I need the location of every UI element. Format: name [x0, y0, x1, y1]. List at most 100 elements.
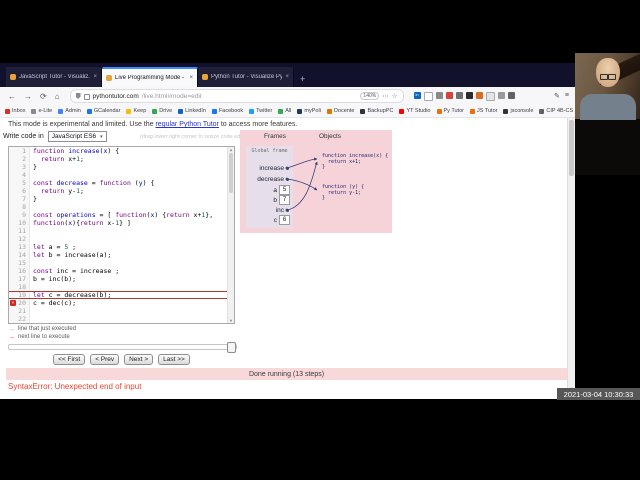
pocket-extension-icon[interactable] — [445, 91, 453, 99]
code-line[interactable]: 1 function increase(x) { — [9, 147, 234, 155]
code-line[interactable]: 11 — [9, 227, 234, 235]
gear-extension-icon[interactable] — [455, 91, 463, 99]
step-button[interactable]: Last >> — [158, 354, 190, 365]
browser-tab[interactable]: Live Programming Mode - Pyt...× — [102, 67, 198, 87]
code-line[interactable]: 22 — [9, 315, 234, 323]
bookmark-item[interactable]: LinkedIn — [178, 108, 206, 114]
edit-toolbar-icon[interactable]: ✎ — [554, 92, 560, 100]
code-line[interactable]: 14 let b = increase(a); — [9, 251, 234, 259]
bookmark-item[interactable]: jsconsole — [503, 108, 533, 114]
back-icon[interactable]: ← — [8, 92, 16, 101]
bookmark-label: Facebook — [218, 108, 244, 114]
legend-label: line that just executed — [18, 326, 77, 332]
circle-extension-icon[interactable] — [435, 91, 443, 99]
page-content: This mode is experimental and limited. U… — [0, 118, 575, 392]
line-number: 11 — [9, 227, 30, 235]
bookmark-item[interactable]: Facebook — [211, 108, 244, 114]
bookmark-item[interactable]: All — [278, 108, 291, 114]
code-line[interactable]: 4 — [9, 171, 234, 179]
step-button[interactable]: Next > — [124, 354, 154, 365]
editor-scroll-thumb[interactable] — [229, 153, 233, 193]
bookmark-item[interactable]: YT Studio — [399, 108, 431, 114]
code-line[interactable]: 18 — [9, 283, 234, 291]
code-lines[interactable]: 1 function increase(x) {2 return x+1; 3} 4 5… — [9, 147, 234, 323]
code-line[interactable]: 15 — [9, 259, 234, 267]
orange-extension-icon[interactable] — [475, 91, 483, 99]
code-line[interactable]: 7} — [9, 195, 234, 203]
code-line[interactable]: 20 c = dec(c); — [9, 299, 234, 307]
zoom-level-badge[interactable]: 140% — [360, 92, 380, 100]
bookmark-item[interactable]: CIP 4B-CS — [539, 108, 573, 114]
code-line[interactable]: 19 let c = decrease(b); — [9, 291, 234, 299]
dark-extension-icon[interactable] — [465, 91, 473, 99]
code-line[interactable]: 3} — [9, 163, 234, 171]
reload-icon[interactable]: ⟳ — [40, 92, 47, 101]
line-number: 10 — [9, 219, 30, 227]
light-extension-icon[interactable] — [485, 91, 495, 101]
browser-tab[interactable]: Python Tutor - Visualize Pyth...× — [198, 67, 294, 87]
hamburger-menu-icon[interactable]: ≡ — [565, 92, 569, 100]
scroll-down-icon[interactable]: ▼ — [228, 318, 234, 323]
grid-extension-icon[interactable] — [497, 91, 505, 99]
code-token: a = — [44, 243, 65, 251]
scroll-up-icon[interactable]: ▲ — [228, 147, 234, 152]
step-button[interactable]: < Prev — [90, 354, 120, 365]
bookmark-item[interactable]: GCalendar — [86, 108, 120, 114]
bookmark-item[interactable]: BackupPC — [360, 108, 393, 114]
bookmark-item[interactable]: Admin — [58, 108, 81, 114]
step-slider[interactable] — [8, 342, 237, 353]
error-marker-icon: × — [10, 300, 16, 306]
editor-scrollbar[interactable]: ▲ ▼ — [227, 147, 234, 323]
code-line[interactable]: 6 return y-1; — [9, 187, 234, 195]
code-line[interactable]: 8 — [9, 203, 234, 211]
code-token: c = dec(c); — [33, 299, 77, 307]
code-line[interactable]: 2 return x+1; — [9, 155, 234, 163]
bookmark-item[interactable]: JS Tutor — [469, 108, 497, 114]
code-editor[interactable]: 1 function increase(x) {2 return x+1; 3} 4 5… — [8, 146, 235, 324]
home-icon[interactable]: ⌂ — [55, 92, 60, 101]
code-line[interactable]: 16 const inc = increase ; — [9, 267, 234, 275]
page-scrollbar[interactable]: ▼ — [567, 118, 575, 392]
code-token: c = decrease(b); — [44, 291, 112, 299]
tab-close-icon[interactable]: × — [93, 74, 97, 80]
bookmark-item[interactable]: Docente — [326, 108, 354, 114]
frame-variable-row: a5 — [246, 185, 293, 195]
code-line[interactable]: 9 const operations = [ function(x) {retur… — [9, 211, 234, 219]
code-line[interactable]: 10 function(x){return x-1} ] — [9, 219, 234, 227]
bookmark-favicon-icon — [126, 108, 132, 114]
regular-python-tutor-link[interactable]: regular Python Tutor — [155, 121, 218, 128]
tab-close-icon[interactable]: × — [285, 74, 289, 80]
screenshot-extension-icon[interactable] — [423, 91, 433, 101]
url-bar[interactable]: pythontutor.com /live.html#mode=edit 140… — [69, 89, 404, 103]
code-line[interactable]: 12 — [9, 235, 234, 243]
code-line[interactable]: 5 const decrease = function (y) { — [9, 179, 234, 187]
bookmark-item[interactable]: Py Tutor — [436, 108, 464, 114]
code-line[interactable]: 21 — [9, 307, 234, 315]
linkedin-extension-icon[interactable]: in — [413, 91, 421, 99]
bookmark-item[interactable]: Inbox — [5, 108, 25, 114]
bookmark-item[interactable]: Keep — [126, 108, 146, 114]
forward-icon[interactable]: → — [24, 92, 32, 101]
bookmark-favicon-icon — [249, 108, 255, 114]
bookmark-item[interactable]: Twitter — [249, 108, 272, 114]
code-line[interactable]: 17 b = inc(b); — [9, 275, 234, 283]
new-tab-button[interactable]: + — [300, 74, 305, 84]
page-actions-icon[interactable]: ⋯ — [382, 92, 389, 100]
line-number: 2 — [9, 155, 30, 163]
bookmark-star-icon[interactable]: ☆ — [392, 92, 398, 100]
bookmark-item[interactable]: e-Lite — [31, 108, 52, 114]
bookmark-item[interactable]: myPoli — [297, 108, 321, 114]
browser-tab[interactable]: JavaScript Tutor - Visualiz... × — [6, 67, 102, 87]
language-select[interactable]: JavaScript ES6 ▾ — [47, 131, 107, 142]
shield-icon[interactable] — [75, 93, 81, 99]
tab-close-icon[interactable]: × — [189, 75, 193, 81]
code-line[interactable]: 13 let a = 5 ; — [9, 243, 234, 251]
bookmark-item[interactable]: Drive — [152, 108, 172, 114]
page-scroll-thumb[interactable] — [569, 120, 574, 176]
line-number: 14 — [9, 251, 30, 259]
people-extension-icon[interactable] — [507, 91, 515, 99]
step-button[interactable]: << First — [53, 354, 86, 365]
step-slider-handle[interactable] — [227, 342, 236, 353]
